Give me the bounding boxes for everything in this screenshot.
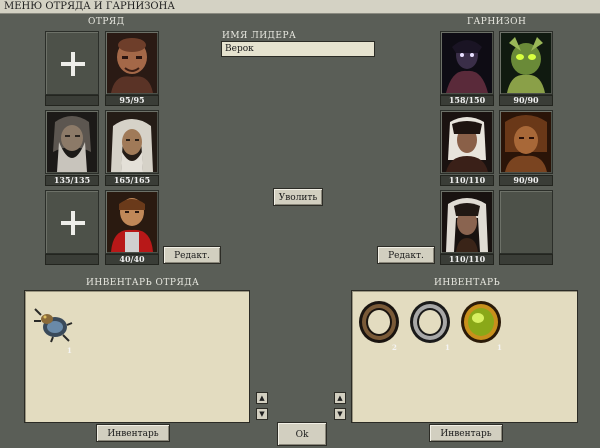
item-qty: 2	[392, 343, 397, 352]
inventory-scroll-up[interactable]: ▲	[334, 392, 346, 404]
scarab-beetle-icon[interactable]	[33, 305, 73, 343]
squad-unit-4-hp: 40/40	[105, 254, 159, 265]
squad-unit-3-hp: 165/165	[105, 175, 159, 186]
inventory-label: ИНВЕНТАРЬ	[434, 278, 501, 288]
garrison-slot-empty-bar	[499, 254, 553, 265]
ok-button[interactable]: Ok	[277, 422, 327, 446]
garrison-unit-3[interactable]	[440, 110, 494, 174]
squad-inventory-label: ИНВЕНТАРЬ ОТРЯДА	[86, 278, 200, 288]
garrison-unit-1[interactable]	[440, 31, 494, 95]
white-haired-elder-portrait-icon	[107, 112, 157, 172]
garrison-unit-2[interactable]	[499, 31, 553, 95]
garrison-unit-4[interactable]	[499, 110, 553, 174]
green-creature-portrait-icon	[501, 33, 551, 93]
squad-unit-4[interactable]	[105, 190, 159, 254]
inventory-scroll-down[interactable]: ▼	[334, 408, 346, 420]
garrison-unit-5-hp: 110/110	[440, 254, 494, 265]
dark-haired-rogue-portrait-icon	[442, 112, 492, 172]
bronze-ring-icon[interactable]	[356, 299, 402, 345]
gem-ring-icon[interactable]	[458, 299, 504, 345]
squad-inventory-scroll-up[interactable]: ▲	[256, 392, 268, 404]
squad-edit-button[interactable]: Редакт.	[163, 246, 221, 264]
red-armored-soldier-portrait-icon	[107, 192, 157, 252]
squad-slot-empty-2[interactable]	[45, 190, 99, 254]
item-qty: 1	[497, 343, 502, 352]
squad-slot-empty-2-bar	[45, 254, 99, 265]
window-title: МЕНЮ ОТРЯДА И ГАРНИЗОНА	[0, 0, 600, 14]
plus-icon	[61, 52, 85, 76]
inventory-panel: 2 1 1	[351, 290, 578, 423]
squad-unit-2[interactable]	[45, 110, 99, 174]
squad-inventory-scroll-down[interactable]: ▼	[256, 408, 268, 420]
squad-garrison-window: МЕНЮ ОТРЯДА И ГАРНИЗОНА ОТРЯД 95/95 135/…	[0, 0, 600, 448]
squad-unit-3[interactable]	[105, 110, 159, 174]
bald-warrior-portrait-icon	[107, 33, 157, 93]
long-haired-rogue-portrait-icon	[442, 192, 492, 252]
tribal-shaman-portrait-icon	[501, 112, 551, 172]
squad-slot-empty-1[interactable]	[45, 31, 99, 95]
dark-elf-mage-portrait-icon	[442, 33, 492, 93]
silver-ring-icon[interactable]	[407, 299, 453, 345]
plus-icon	[61, 211, 85, 235]
garrison-label: ГАРНИЗОН	[467, 17, 527, 27]
garrison-unit-1-hp: 158/150	[440, 95, 494, 106]
squad-inventory-button[interactable]: Инвентарь	[96, 424, 170, 442]
old-sage-portrait-icon	[47, 112, 97, 172]
squad-unit-1-hp: 95/95	[105, 95, 159, 106]
garrison-unit-4-hp: 90/90	[499, 175, 553, 186]
item-qty: 1	[67, 346, 72, 355]
garrison-unit-3-hp: 110/110	[440, 175, 494, 186]
leader-name-label: ИМЯ ЛИДЕРА	[222, 31, 297, 41]
garrison-slot-empty[interactable]	[499, 190, 553, 254]
squad-unit-1[interactable]	[105, 31, 159, 95]
garrison-unit-2-hp: 90/90	[499, 95, 553, 106]
garrison-edit-button[interactable]: Редакт.	[377, 246, 435, 264]
squad-inventory-panel: 1	[24, 290, 250, 423]
squad-unit-2-hp: 135/135	[45, 175, 99, 186]
garrison-unit-5[interactable]	[440, 190, 494, 254]
squad-label: ОТРЯД	[88, 17, 125, 27]
inventory-button[interactable]: Инвентарь	[429, 424, 503, 442]
leader-name-field[interactable]: Верок	[221, 41, 375, 57]
squad-slot-empty-1-bar	[45, 95, 99, 106]
item-qty: 1	[445, 343, 450, 352]
dismiss-button[interactable]: Уволить	[273, 188, 323, 206]
